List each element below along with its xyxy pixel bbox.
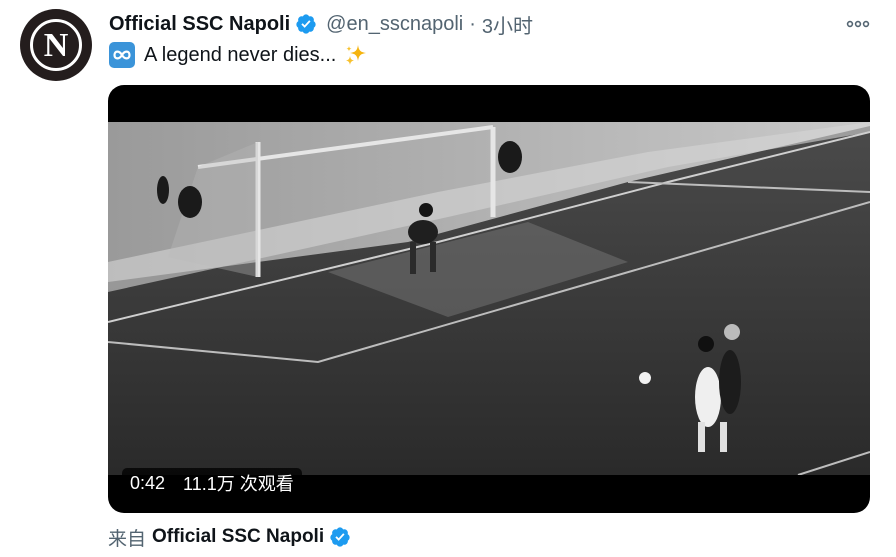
source-account-name[interactable]: Official SSC Napoli (152, 526, 324, 548)
tweet-body: A legend never dies... (144, 43, 337, 66)
timestamp[interactable]: 3小时 (482, 10, 533, 39)
more-dots (846, 20, 870, 28)
account-handle[interactable]: @en_sscnapoli (326, 13, 463, 36)
video-player[interactable]: 0:42 11.1万 次观看 (108, 85, 870, 513)
display-name[interactable]: Official SSC Napoli (109, 13, 290, 36)
infinity-emoji-icon (109, 42, 135, 68)
avatar-letter: N (43, 27, 69, 64)
separator: · (469, 12, 476, 35)
sparkles-emoji-icon (346, 45, 367, 65)
more-options-icon[interactable] (840, 10, 876, 38)
video-view-count: 11.1万 次观看 (183, 474, 294, 494)
napoli-logo: N (30, 19, 82, 71)
quoted-source[interactable]: 来自 Official SSC Napoli (108, 524, 351, 550)
tweet-text: A legend never dies... (109, 41, 368, 69)
verified-badge-icon (296, 14, 316, 34)
avatar[interactable]: N (20, 9, 92, 81)
source-prefix: 来自 (108, 528, 147, 550)
verified-badge-icon (330, 527, 350, 547)
tweet-header: Official SSC Napoli @en_sscnapoli · 3小时 (109, 10, 533, 38)
video-frame (108, 122, 870, 475)
video-info-badge: 0:42 11.1万 次观看 (122, 468, 302, 498)
video-duration: 0:42 (130, 472, 166, 493)
